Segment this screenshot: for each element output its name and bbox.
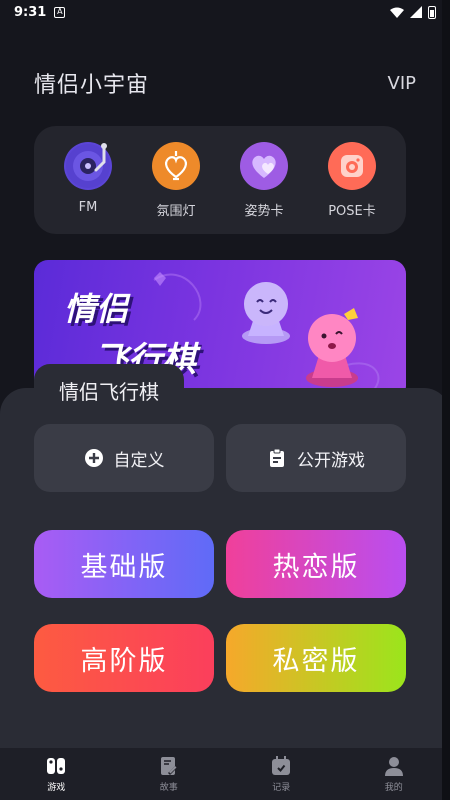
- plus-circle-icon: [84, 449, 103, 467]
- gamepad-icon: [47, 757, 66, 774]
- battery-icon: [428, 5, 436, 19]
- mode-love-label: 热恋版: [272, 551, 360, 583]
- vip-link[interactable]: VIP: [388, 73, 416, 94]
- wifi-icon: [390, 7, 404, 18]
- tools-card: FM 氛围灯 姿势卡 POSE卡: [34, 126, 406, 234]
- sheet-title-tab: 情侣飞行棋: [34, 364, 184, 416]
- nav-stories-label: 故事: [159, 782, 178, 793]
- public-games-label: 公开游戏: [297, 450, 365, 471]
- camera-icon: [328, 142, 376, 190]
- status-bar: 9:31 A: [0, 0, 450, 24]
- mode-advanced-label: 高阶版: [80, 645, 168, 677]
- nav-games-label: 游戏: [47, 782, 66, 793]
- tool-mood-light[interactable]: 氛围灯: [136, 142, 216, 219]
- nav-stories[interactable]: 故事: [134, 756, 204, 793]
- tool-label: 姿势卡: [244, 204, 284, 219]
- nav-mine[interactable]: 我的: [359, 756, 429, 793]
- tool-pose-card[interactable]: POSE卡: [312, 142, 392, 219]
- mode-basic-button[interactable]: 基础版: [34, 530, 214, 598]
- app-title: 情侣小宇宙: [34, 73, 150, 98]
- screen-edge: [442, 0, 450, 800]
- nav-mine-label: 我的: [384, 782, 403, 793]
- notification-icon: A: [54, 6, 66, 18]
- vinyl-record-icon: [64, 142, 112, 190]
- tool-posture-card[interactable]: 姿势卡: [224, 142, 304, 219]
- mode-advanced-button[interactable]: 高阶版: [34, 624, 214, 692]
- heart-lamp-icon: [152, 142, 200, 190]
- tool-label: 氛围灯: [156, 204, 196, 219]
- mode-basic-label: 基础版: [80, 551, 168, 583]
- custom-button-label: 自定义: [113, 450, 165, 471]
- mode-love-button[interactable]: 热恋版: [226, 530, 406, 598]
- bottom-nav: 游戏 故事 记录 我的: [0, 748, 450, 800]
- nav-records-label: 记录: [272, 782, 291, 793]
- user-icon: [384, 756, 403, 776]
- mode-private-button[interactable]: 私密版: [226, 624, 406, 692]
- document-edit-icon: [160, 756, 178, 775]
- tool-label: POSE卡: [328, 204, 376, 219]
- banner-title-line1: 情侣: [64, 290, 129, 328]
- calendar-icon: [272, 755, 291, 775]
- nav-games[interactable]: 游戏: [21, 756, 91, 793]
- public-games-button[interactable]: 公开游戏: [226, 424, 406, 492]
- nav-records[interactable]: 记录: [246, 755, 316, 793]
- heart-card-icon: [240, 142, 288, 190]
- status-time: 9:31: [14, 4, 47, 20]
- header: 情侣小宇宙 VIP: [34, 66, 416, 100]
- tool-label: FM: [78, 200, 98, 215]
- mode-private-label: 私密版: [272, 645, 360, 677]
- clipboard-icon: [270, 448, 284, 467]
- signal-icon: [410, 6, 422, 18]
- sheet-title: 情侣飞行棋: [59, 379, 159, 404]
- custom-button[interactable]: 自定义: [34, 424, 214, 492]
- tool-fm[interactable]: FM: [48, 142, 128, 215]
